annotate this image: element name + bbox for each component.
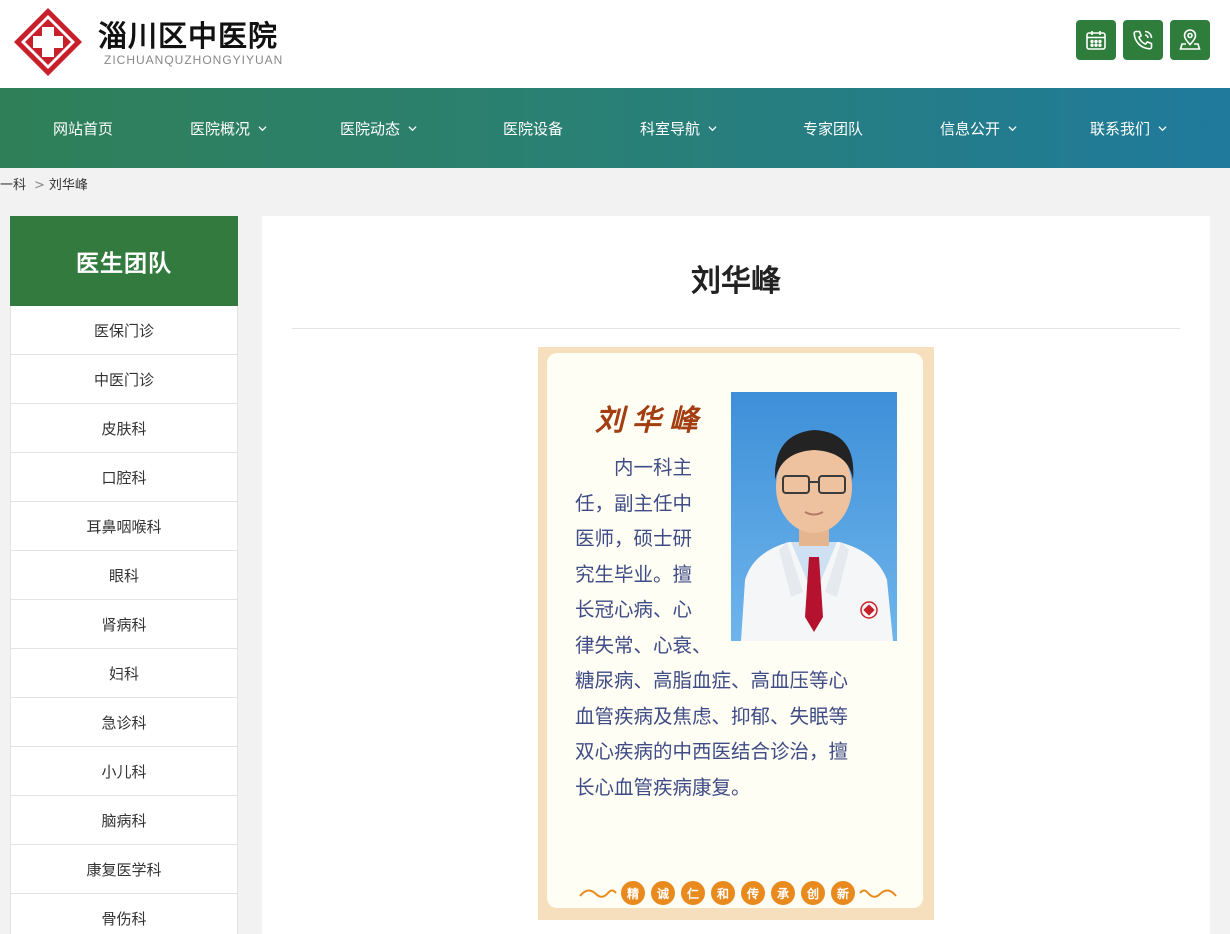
doctor-bio-wide: 糖尿病、高脂血症、高血压等心 血管疾病及焦虑、抑郁、失眠等 双心疾病的中西医结合…	[575, 663, 905, 805]
doctor-profile-card: 刘华峰 内一科主 任，副主任中 医师，硕士研 究生毕业。擅 长冠心病、心 律失常…	[538, 347, 934, 920]
calendar-icon	[1086, 31, 1106, 50]
chevron-down-icon	[408, 125, 417, 131]
bio-line: 律失常、心衰、	[575, 633, 712, 657]
doctor-photo	[731, 392, 897, 641]
nav-item-hospital-news[interactable]: 医院动态	[340, 88, 417, 168]
nav-item-departments[interactable]: 科室导航	[640, 88, 717, 168]
nav-item-label: 专家团队	[803, 119, 864, 138]
sidebar-item[interactable]: 妇科	[11, 649, 237, 698]
motto-char: 传	[741, 881, 765, 905]
doctor-bio-narrow: 内一科主 任，副主任中 医师，硕士研 究生毕业。擅 长冠心病、心 律失常、心衰、	[575, 450, 723, 663]
phone-button[interactable]	[1123, 20, 1163, 60]
bio-line: 任，副主任中	[575, 491, 693, 515]
motto-char: 精	[621, 881, 645, 905]
swirl-ornament-icon	[859, 889, 897, 898]
nav-item-label: 医院动态	[340, 119, 401, 138]
site-header: 淄川区中医院 ZICHUANQUZHONGYIYUAN	[0, 0, 1230, 88]
bio-line: 究生毕业。擅	[575, 562, 693, 586]
sidebar: 医生团队 医保门诊 中医门诊 皮肤科 口腔科 耳鼻咽喉科 眼科 肾病科 妇科 急…	[10, 216, 238, 934]
nav-item-label: 医院设备	[503, 119, 564, 138]
sidebar-item[interactable]: 皮肤科	[11, 404, 237, 453]
nav-item-equipment[interactable]: 医院设备	[503, 88, 563, 168]
hospital-logo-icon[interactable]	[12, 6, 84, 78]
motto-char: 仁	[681, 881, 705, 905]
nav-item-contact[interactable]: 联系我们	[1090, 88, 1167, 168]
sidebar-item[interactable]: 肾病科	[11, 600, 237, 649]
location-pin-icon	[1179, 29, 1201, 50]
page-title: 刘华峰	[691, 264, 781, 299]
nav-item-home[interactable]: 网站首页	[53, 88, 113, 168]
sidebar-list: 医保门诊 中医门诊 皮肤科 口腔科 耳鼻咽喉科 眼科 肾病科 妇科 急诊科 小儿…	[10, 306, 238, 934]
breadcrumb-parent[interactable]: 一科	[0, 178, 26, 193]
chevron-down-icon	[1158, 125, 1167, 131]
sidebar-item[interactable]: 小儿科	[11, 747, 237, 796]
nav-item-experts[interactable]: 专家团队	[803, 88, 863, 168]
location-button[interactable]	[1170, 20, 1210, 60]
motto-char: 承	[771, 881, 795, 905]
swirl-ornament-icon	[579, 889, 617, 898]
site-pinyin: ZICHUANQUZHONGYIYUAN	[104, 53, 284, 67]
nav-item-hospital-overview[interactable]: 医院概况	[190, 88, 267, 168]
title-divider	[292, 328, 1180, 329]
breadcrumb: 一科 > 刘华峰	[0, 174, 88, 193]
sidebar-item[interactable]: 康复医学科	[11, 845, 237, 894]
nav-item-label: 网站首页	[53, 119, 114, 138]
bio-line: 长冠心病、心	[575, 598, 693, 621]
nav-item-label: 信息公开	[940, 119, 1001, 138]
content-panel: 刘华峰 刘华峰 内一科主 任，副主任中 医师，硕士研 究生毕业。擅 长冠心病、心…	[262, 216, 1210, 934]
sidebar-item[interactable]: 医保门诊	[11, 306, 237, 355]
nav-item-label: 科室导航	[640, 119, 701, 138]
sidebar-item[interactable]: 眼科	[11, 551, 237, 600]
main-nav: 网站首页 医院概况 医院动态 医院设备 科室导航 专家团队 信息公开 联系我们	[0, 88, 1230, 168]
motto-char: 和	[711, 881, 735, 905]
profile-card-inner: 刘华峰 内一科主 任，副主任中 医师，硕士研 究生毕业。擅 长冠心病、心 律失常…	[547, 353, 923, 908]
bio-line: 长心血管疾病康复。	[575, 775, 751, 799]
sidebar-item[interactable]: 耳鼻咽喉科	[11, 502, 237, 551]
nav-item-disclosure[interactable]: 信息公开	[940, 88, 1017, 168]
motto-char: 新	[831, 881, 855, 905]
sidebar-item[interactable]: 骨伤科	[11, 894, 237, 934]
chevron-down-icon	[258, 125, 267, 131]
sidebar-item[interactable]: 脑病科	[11, 796, 237, 845]
profile-card-name: 刘华峰	[595, 403, 707, 437]
bio-line: 内一科主	[575, 456, 693, 479]
phone-icon	[1133, 30, 1153, 50]
breadcrumb-separator: >	[34, 178, 45, 193]
sidebar-item[interactable]: 口腔科	[11, 453, 237, 502]
motto-banner: 精 诚 仁 和 传 承 创 新	[569, 878, 907, 908]
sidebar-title: 医生团队	[10, 216, 238, 306]
bio-line: 血管疾病及焦虑、抑郁、失眠等	[575, 704, 849, 728]
site-name[interactable]: 淄川区中医院	[98, 13, 278, 55]
bio-line: 糖尿病、高脂血症、高血压等心	[575, 669, 849, 692]
sidebar-item[interactable]: 急诊科	[11, 698, 237, 747]
sidebar-item[interactable]: 中医门诊	[11, 355, 237, 404]
calendar-button[interactable]	[1076, 20, 1116, 60]
nav-item-label: 联系我们	[1090, 119, 1151, 138]
chevron-down-icon	[1008, 125, 1017, 131]
chevron-down-icon	[708, 125, 717, 131]
bio-line: 双心疾病的中西医结合诊治，擅	[575, 740, 849, 763]
nav-item-label: 医院概况	[190, 119, 251, 138]
motto-char: 创	[801, 881, 825, 905]
bio-line: 医师，硕士研	[575, 527, 693, 550]
breadcrumb-current: 刘华峰	[48, 178, 88, 193]
motto-char: 诚	[651, 881, 675, 905]
